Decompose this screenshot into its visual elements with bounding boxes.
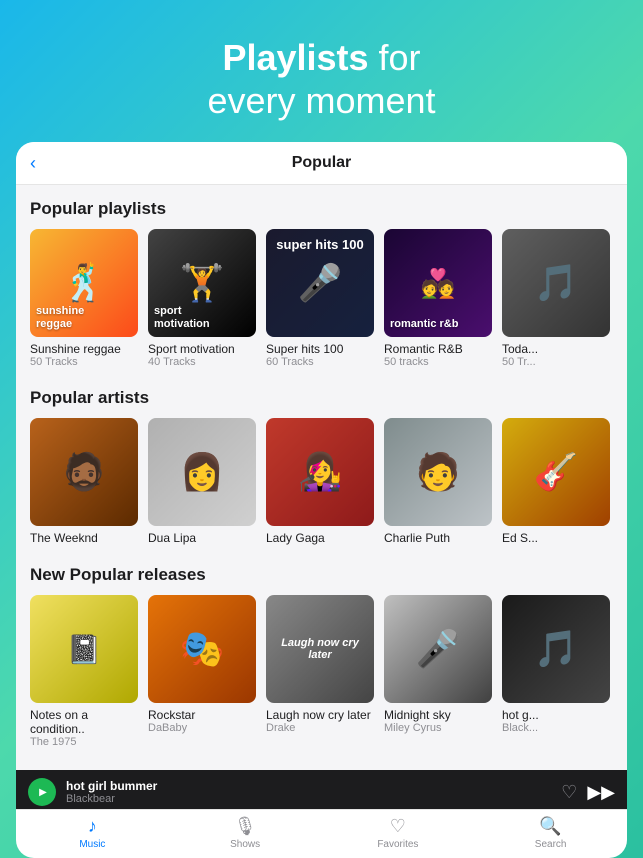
release-thumb-notes: 📓 [30,595,138,703]
next-button[interactable]: ▶▶ [587,782,615,803]
section-artists-title: Popular artists [30,388,613,408]
artist-thumb-ladygaga: 👩‍🎤 [266,418,374,526]
section-releases-title: New Popular releases [30,565,613,585]
hero-section: Playlists for every moment [0,0,643,142]
list-item[interactable]: 🎸 Ed S... [502,418,610,545]
list-item[interactable]: 👩 Dua Lipa [148,418,256,545]
playlist-thumb-sport: 🏋️ sportmotivation [148,229,256,337]
release-name: hot g... [502,708,610,722]
playlist-tracks: 50 Tr... [502,356,610,368]
card-content[interactable]: Popular playlists 🕺 sunshinereggae Sunsh… [16,185,627,812]
list-item[interactable]: 🎤 Midnight sky Miley Cyrus [384,595,492,748]
tab-bar: ♪ Music 🎙 Shows ♡ Favorites 🔍 Search [16,809,627,812]
playlist-overlay-label: sportmotivation [154,305,250,331]
list-item[interactable]: Laugh now cry later Laugh now cry later … [266,595,374,748]
playlists-row: 🕺 sunshinereggae Sunshine reggae 50 Trac… [30,229,613,368]
release-name: Midnight sky [384,708,492,722]
playlist-tracks: 50 tracks [384,356,492,368]
playlist-tracks: 50 Tracks [30,356,138,368]
release-name: Notes on a condition.. [30,708,138,736]
artist-thumb-weeknd: 🧔🏾 [30,418,138,526]
playlist-name: Toda... [502,342,610,356]
release-artist: Black... [502,722,610,734]
playlist-name: Sport motivation [148,342,256,356]
playlist-tracks: 60 Tracks [266,356,374,368]
list-item[interactable]: 🏋️ sportmotivation Sport motivation 40 T… [148,229,256,368]
section-artists: Popular artists 🧔🏾 The Weeknd 👩 Dua Lipa [16,374,627,551]
artist-name: Dua Lipa [148,531,256,545]
release-artist: The 1975 [30,736,138,748]
page-title: Popular [292,154,352,172]
hero-title: Playlists for every moment [20,36,623,122]
playlist-thumb-superhits: 🎤 super hits 100 [266,229,374,337]
list-item[interactable]: 👩‍🎤 Lady Gaga [266,418,374,545]
card-header: ‹ Popular [16,142,627,185]
player-track: hot girl bummer [66,779,551,793]
release-artist: DaBaby [148,722,256,734]
artist-thumb-dualipa: 👩 [148,418,256,526]
playlist-name: Sunshine reggae [30,342,138,356]
artist-thumb-charlieputh: 🧑 [384,418,492,526]
hero-title-bold: Playlists [222,37,368,78]
artist-name: The Weeknd [30,531,138,545]
release-thumb-midnight: 🎤 [384,595,492,703]
list-item[interactable]: 🎵 Toda... 50 Tr... [502,229,610,368]
list-item[interactable]: 🎵 hot g... Black... [502,595,610,748]
heart-button[interactable]: ♡ [561,782,577,803]
player-bar: hot girl bummer Blackbear ♡ ▶▶ [16,770,627,812]
playlist-thumb-today: 🎵 [502,229,610,337]
playlist-overlay-label: romantic r&b [390,318,486,331]
artist-name: Ed S... [502,531,610,545]
playlist-thumb-romantic: 💑 romantic r&b [384,229,492,337]
player-artist: Blackbear [66,793,551,805]
playlist-name: Super hits 100 [266,342,374,356]
releases-row: 📓 Notes on a condition.. The 1975 🎭 Rock… [30,595,613,748]
release-artist: Miley Cyrus [384,722,492,734]
list-item[interactable]: 🕺 sunshinereggae Sunshine reggae 50 Trac… [30,229,138,368]
section-playlists: Popular playlists 🕺 sunshinereggae Sunsh… [16,185,627,374]
release-thumb-rockstar: 🎭 [148,595,256,703]
artist-name: Lady Gaga [266,531,374,545]
playlist-tracks: 40 Tracks [148,356,256,368]
player-info: hot girl bummer Blackbear [66,779,551,805]
play-button[interactable] [28,778,56,806]
list-item[interactable]: 📓 Notes on a condition.. The 1975 [30,595,138,748]
list-item[interactable]: 💑 romantic r&b Romantic R&B 50 tracks [384,229,492,368]
list-item[interactable]: 🧔🏾 The Weeknd [30,418,138,545]
section-releases: New Popular releases 📓 Notes on a condit… [16,551,627,754]
list-item[interactable]: 🎤 super hits 100 Super hits 100 60 Track… [266,229,374,368]
release-thumb-laugh: Laugh now cry later [266,595,374,703]
artist-thumb-eds: 🎸 [502,418,610,526]
back-button[interactable]: ‹ [30,153,36,174]
artists-row: 🧔🏾 The Weeknd 👩 Dua Lipa 👩‍🎤 Lady Gaga [30,418,613,545]
section-playlists-title: Popular playlists [30,199,613,219]
release-name: Laugh now cry later [266,708,374,722]
artist-name: Charlie Puth [384,531,492,545]
release-artist: Drake [266,722,374,734]
release-thumb-hot: 🎵 [502,595,610,703]
hero-title-line2: every moment [207,80,435,121]
list-item[interactable]: 🎭 Rockstar DaBaby [148,595,256,748]
playlist-name: Romantic R&B [384,342,492,356]
list-item[interactable]: 🧑 Charlie Puth [384,418,492,545]
app-card: ‹ Popular Popular playlists 🕺 sunshinere… [16,142,627,812]
playlist-overlay-label: sunshinereggae [36,305,132,331]
hero-title-normal: for [369,37,421,78]
playlist-thumb-sunshine: 🕺 sunshinereggae [30,229,138,337]
release-name: Rockstar [148,708,256,722]
